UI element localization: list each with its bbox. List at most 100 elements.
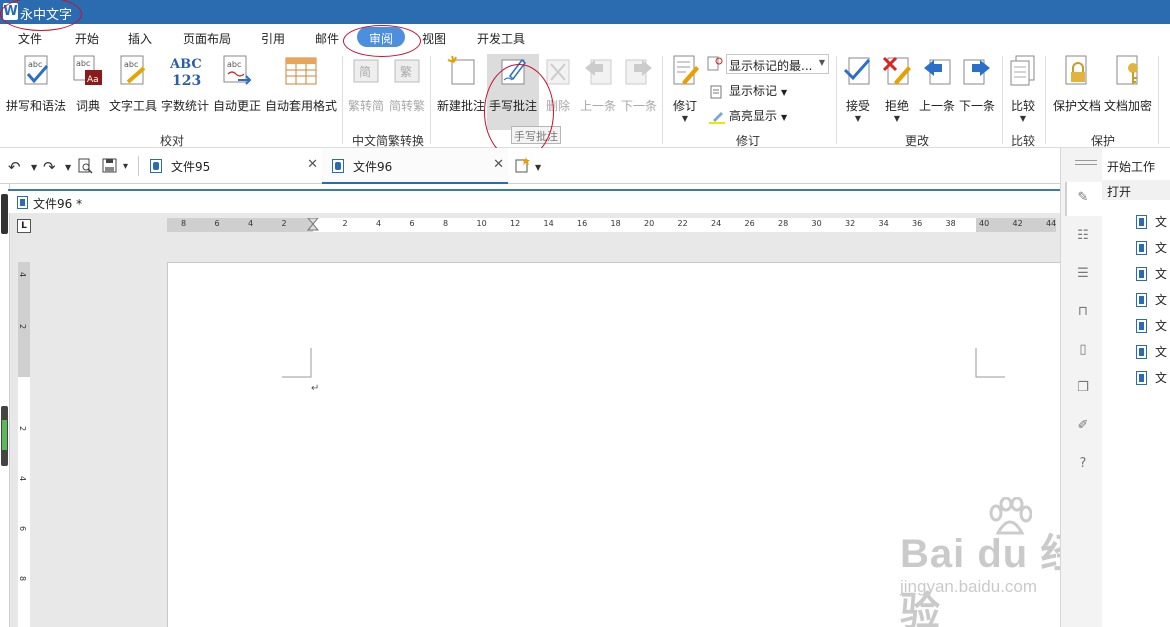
next-change-button[interactable]: 下一条	[957, 54, 997, 114]
recent-document-item[interactable]: 文	[1136, 213, 1170, 233]
compare-button[interactable]: 比较 ▼	[1006, 54, 1040, 124]
copy-icon[interactable]: ❐	[1075, 380, 1091, 396]
open-section[interactable]: 打开	[1102, 180, 1170, 200]
tab-document-95[interactable]: 文件95 ✕	[140, 148, 322, 184]
ruler-tick-label: 4	[18, 271, 28, 278]
chevron-down-icon: ▼	[781, 113, 788, 122]
undo-dropdown-icon[interactable]: ▼	[31, 163, 37, 172]
menu-references[interactable]: 引用	[261, 30, 285, 47]
edge-grip[interactable]	[1, 194, 8, 234]
close-icon[interactable]: ✕	[493, 157, 504, 172]
tab-stop-selector[interactable]: L	[17, 219, 31, 233]
ruler-tick-label: 32	[845, 219, 856, 228]
redo-dropdown-icon[interactable]: ▼	[65, 163, 71, 172]
key-icon	[1116, 55, 1138, 85]
menu-developer[interactable]: 开发工具	[477, 30, 525, 47]
dictionary-icon: abc Aa	[73, 55, 102, 85]
recent-document-item[interactable]: 文	[1136, 369, 1170, 389]
autoformat-button[interactable]: 自动套用格式	[264, 54, 338, 114]
track-changes-button[interactable]: 修订 ▼	[667, 54, 703, 124]
delete-comment-icon	[546, 59, 570, 85]
show-markup-button[interactable]: 显示标记 ▼	[709, 82, 787, 99]
pencil-icon[interactable]: ✎	[1075, 190, 1091, 206]
menu-mailings[interactable]: 邮件	[315, 30, 339, 47]
previous-comment-button[interactable]: 上一条	[578, 54, 618, 114]
print-preview-icon[interactable]	[78, 158, 93, 174]
delete-comment-button[interactable]: 删除	[541, 54, 575, 114]
recent-document-label: 文	[1155, 319, 1168, 333]
protect-document-button[interactable]: 保护文档	[1052, 54, 1102, 114]
group-separator	[662, 56, 663, 144]
edit-icon[interactable]: ✐	[1075, 418, 1091, 434]
indent-marker-icon[interactable]	[307, 218, 319, 236]
trad-to-simp-button[interactable]: 简 繁转简	[346, 54, 386, 114]
recent-document-item[interactable]: 文	[1136, 239, 1170, 259]
display-markup-dropdown[interactable]: 显示标记的最... ▼	[726, 54, 829, 74]
ruler-tick-label: 42	[1012, 219, 1023, 228]
save-icon[interactable]	[102, 158, 117, 173]
menu-page-layout[interactable]: 页面布局	[183, 30, 231, 47]
new-document-dropdown-icon[interactable]: ▼	[535, 163, 541, 172]
recent-document-item[interactable]: 文	[1136, 343, 1170, 363]
text-tools-button[interactable]: abc 文字工具	[108, 54, 158, 114]
highlight-button[interactable]: 高亮显示 ▼	[709, 107, 787, 124]
outline-icon[interactable]: ☰	[1075, 266, 1091, 282]
menu-home[interactable]: 开始	[75, 30, 99, 47]
accept-change-button[interactable]: 接受 ▼	[840, 54, 876, 124]
close-icon[interactable]: ✕	[307, 157, 318, 172]
clipboard-icon[interactable]: ▯	[1075, 342, 1091, 358]
undo-icon[interactable]: ↶	[8, 158, 21, 176]
chevron-down-icon: ▼	[781, 88, 788, 97]
document-icon	[150, 159, 162, 173]
encrypt-document-button[interactable]: 文档加密	[1103, 54, 1153, 114]
lock-icon[interactable]: ⊓	[1075, 304, 1091, 320]
next-comment-button[interactable]: 下一条	[619, 54, 659, 114]
recent-document-label: 文	[1155, 241, 1168, 255]
new-document-icon[interactable]	[514, 157, 530, 173]
customize-toolbar-icon[interactable]: ▾	[123, 161, 128, 172]
reject-icon	[882, 56, 911, 85]
horizontal-ruler[interactable]: 8 6 4 2 2 4 6 8 10 12 14 16 18 20 22 24 26 28 30 32 34 36 38 40…	[167, 218, 1056, 232]
recent-document-label: 文	[1155, 345, 1168, 359]
group-revision-label: 修订	[736, 134, 761, 148]
svg-text:abc: abc	[124, 60, 138, 69]
menu-review[interactable]: 审阅	[357, 27, 406, 47]
recent-document-label: 文	[1155, 371, 1168, 385]
vertical-ruler[interactable]: 4 2 2 4 6 8	[18, 262, 30, 627]
ruler-tick-label: 4	[248, 219, 254, 228]
redo-icon[interactable]: ↷	[43, 158, 56, 176]
previous-comment-icon	[585, 59, 612, 85]
ruler-margin-left	[167, 218, 313, 232]
autocorrect-button[interactable]: abc 自动更正	[212, 54, 262, 114]
recent-document-item[interactable]: 文	[1136, 291, 1170, 311]
menu-insert[interactable]: 插入	[128, 30, 152, 47]
edge-grip[interactable]	[1, 406, 8, 466]
settings-sliders-icon[interactable]: ☷	[1075, 228, 1091, 244]
panel-grip-icon[interactable]	[1075, 160, 1097, 165]
menu-view[interactable]: 视图	[422, 30, 446, 47]
previous-change-icon	[924, 59, 951, 85]
dictionary-button[interactable]: abc Aa 词典	[70, 54, 106, 114]
ribbon: abc 拼写和语法 abc Aa 词典 abc 文字工具 ABC 123 字数统计 …	[0, 50, 1170, 148]
help-icon[interactable]: ?	[1075, 456, 1091, 472]
spelling-button[interactable]: abc 拼写和语法	[5, 54, 67, 114]
new-comment-button[interactable]: 新建批注	[435, 54, 487, 114]
group-compare-label: 比较	[1011, 134, 1036, 148]
handwritten-comment-button[interactable]: 手写批注	[487, 54, 539, 130]
margin-corner-mark	[282, 348, 312, 378]
tab-document-96[interactable]: 文件96 ✕	[322, 148, 508, 184]
ruler-tick-label: 8	[443, 219, 449, 228]
document-icon	[1136, 214, 1147, 229]
svg-text:繁: 繁	[400, 64, 412, 79]
menu-file[interactable]: 文件	[18, 30, 42, 47]
recent-document-item[interactable]: 文	[1136, 265, 1170, 285]
word-count-icon: ABC123	[169, 57, 202, 89]
reject-change-button[interactable]: 拒绝 ▼	[879, 54, 915, 124]
ruler-tick-label: 44	[1046, 219, 1057, 228]
recent-document-item[interactable]: 文	[1136, 317, 1170, 337]
ruler-tick-label: 10	[476, 219, 487, 228]
simp-to-trad-button[interactable]: 繁 简转繁	[387, 54, 427, 114]
word-count-button[interactable]: ABC 123 字数统计	[160, 54, 210, 114]
previous-change-button[interactable]: 上一条	[917, 54, 957, 114]
group-protect-label: 保护	[1091, 134, 1116, 148]
